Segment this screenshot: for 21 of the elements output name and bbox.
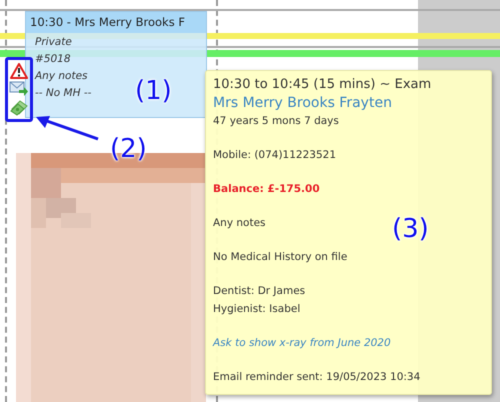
appointment-text: -- No MH --	[35, 86, 92, 101]
tooltip-text: Mobile: (074)11223521	[213, 148, 336, 163]
appointment-text: #5018	[35, 52, 71, 67]
banknotes-icon	[10, 100, 28, 116]
appointment-header: 10:30 - Mrs Merry Brooks F	[26, 12, 206, 33]
appointment-text: Private	[35, 35, 72, 50]
balance-text: Balance: £-175.00	[213, 182, 320, 197]
tooltip-text: Dentist: Dr James	[213, 284, 306, 299]
tooltip-text: Email reminder sent: 19/05/2023 10:34	[213, 370, 420, 385]
warning-icon	[10, 63, 28, 80]
appointment-text: Any notes	[35, 69, 88, 84]
appointment-time: 10:30 to 10:45 (15 mins) ~ Exam	[213, 76, 432, 94]
envelope-arrow-icon	[9, 81, 29, 98]
tooltip-text: 47 years 5 mons 7 days	[213, 114, 339, 129]
alert-note: Ask to show x-ray from June 2020	[213, 336, 391, 351]
callout-label: (3)	[392, 216, 429, 242]
patient-name: Mrs Merry Brooks Frayten	[213, 94, 392, 112]
tooltip-text: Hygienist: Isabel	[213, 302, 300, 317]
tooltip-text: Any notes	[213, 216, 266, 231]
tooltip-text: No Medical History on file	[213, 250, 348, 265]
callout-label: (1)	[135, 78, 172, 104]
